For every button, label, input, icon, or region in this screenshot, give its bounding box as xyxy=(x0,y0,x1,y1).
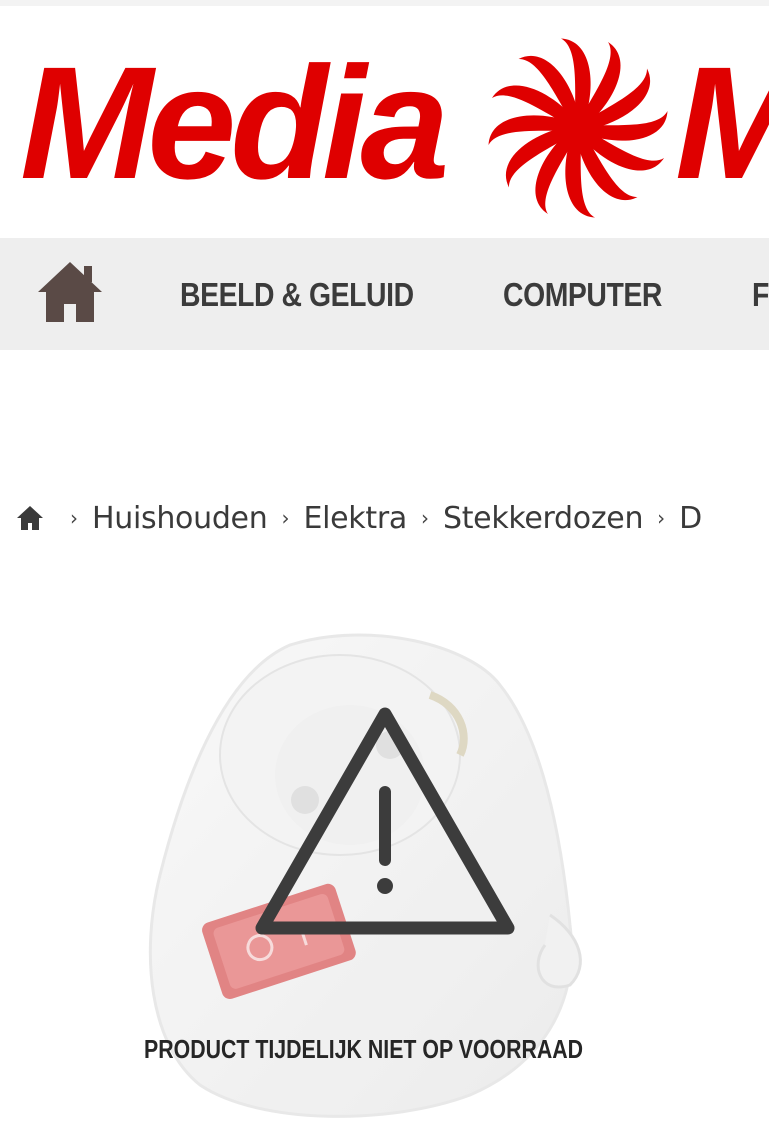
page: Media BEELD & GELUID COMPUTER F › Huisho… xyxy=(0,0,769,1148)
breadcrumb-item-elektra[interactable]: Elektra xyxy=(303,501,407,536)
nav-item-computer[interactable]: COMPUTER xyxy=(503,276,662,314)
main-nav: BEELD & GELUID COMPUTER F xyxy=(0,238,769,350)
breadcrumb-item-huishouden[interactable]: Huishouden xyxy=(92,501,268,536)
home-icon[interactable] xyxy=(16,505,44,531)
chevron-right-icon: › xyxy=(70,506,78,530)
chevron-right-icon: › xyxy=(420,506,429,530)
out-of-stock-message: PRODUCT TIJDELIJK NIET OP VOORRAAD xyxy=(144,1034,584,1064)
nav-item-f[interactable]: F xyxy=(752,276,769,314)
mediamarkt-logo[interactable]: Media xyxy=(0,28,769,218)
svg-text:M: M xyxy=(675,33,769,212)
chevron-right-icon: › xyxy=(657,506,666,530)
breadcrumb-item-d[interactable]: D xyxy=(679,501,702,536)
breadcrumb: › Huishouden › Elektra › Stekkerdozen › … xyxy=(16,496,702,540)
svg-text:Media: Media xyxy=(20,33,445,212)
header: Media xyxy=(0,0,769,238)
home-icon[interactable] xyxy=(36,260,104,324)
breadcrumb-item-stekkerdozen[interactable]: Stekkerdozen xyxy=(443,501,644,536)
warning-triangle-icon xyxy=(255,707,515,935)
nav-item-beeld-geluid[interactable]: BEELD & GELUID xyxy=(180,276,414,314)
chevron-right-icon: › xyxy=(281,506,290,530)
